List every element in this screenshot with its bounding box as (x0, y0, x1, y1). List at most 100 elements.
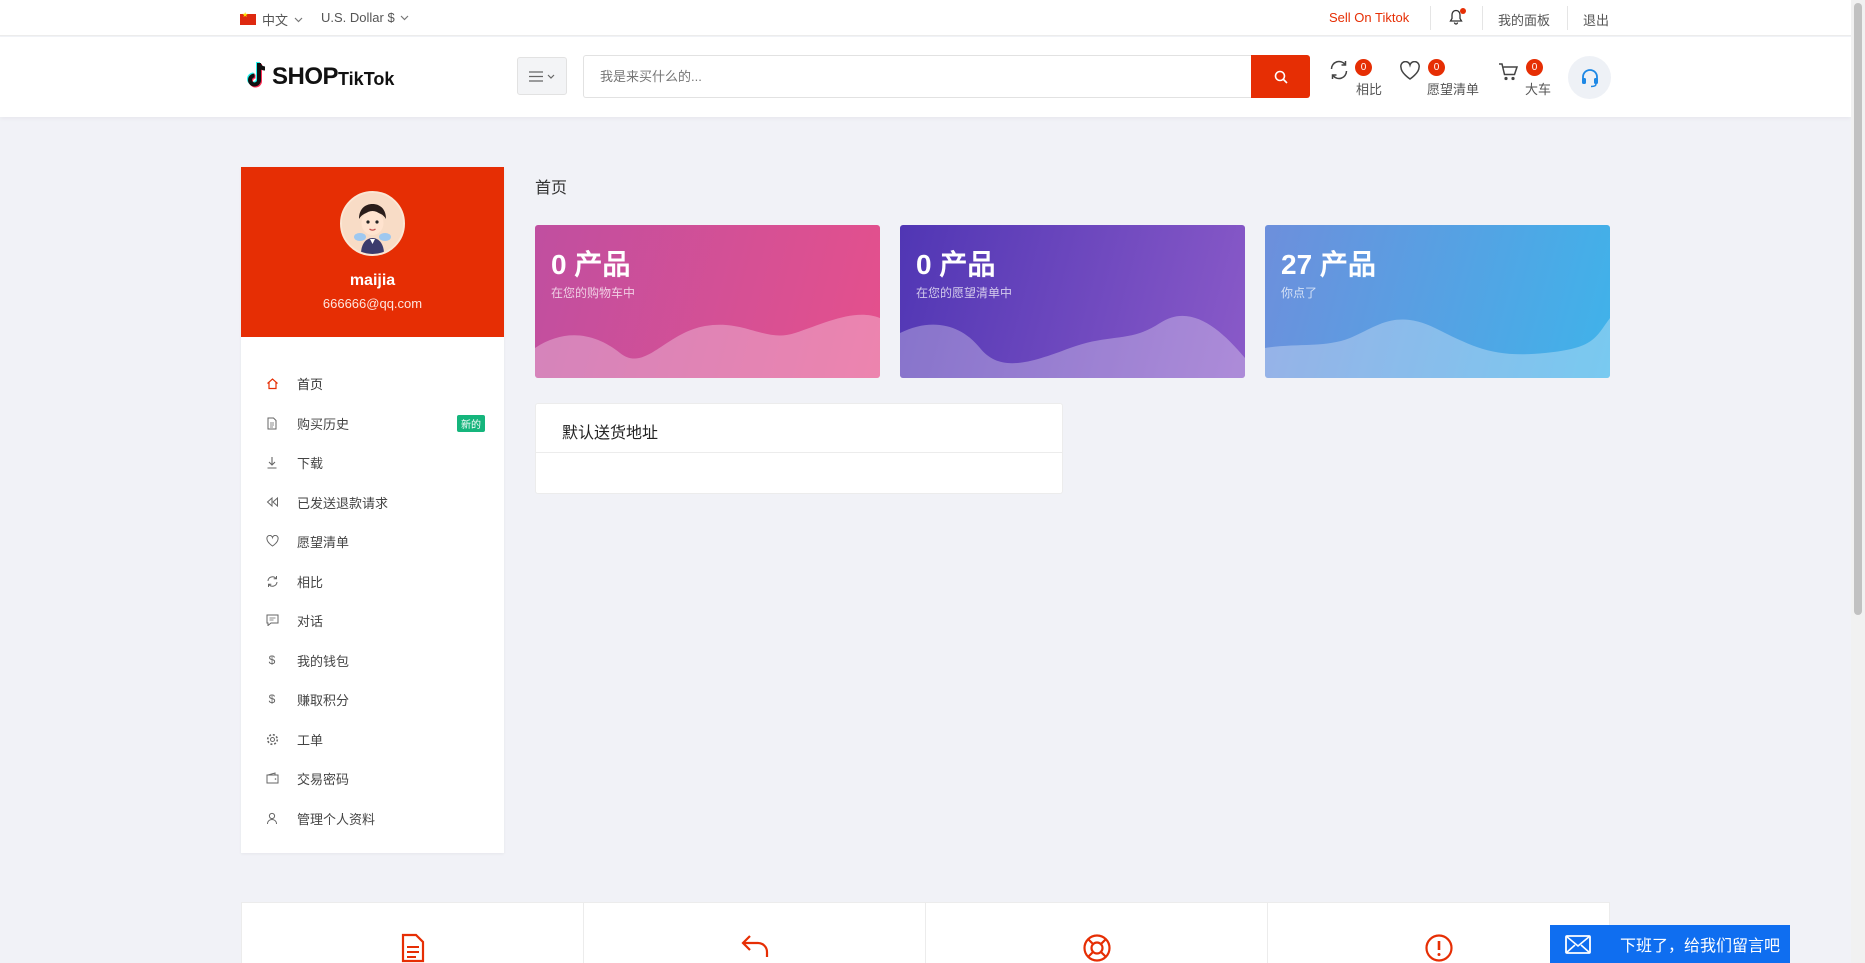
heart-icon[interactable] (1399, 61, 1421, 81)
heart-icon (265, 534, 279, 548)
rewind-icon (265, 495, 279, 509)
card-value: 0 产品 (551, 249, 631, 280)
nav-item-tickets[interactable]: 工单 (265, 728, 485, 750)
gear-icon (265, 732, 279, 746)
my-dashboard-link[interactable]: 我的面板 (1498, 10, 1550, 29)
logo[interactable]: SHOP TikTok (244, 61, 394, 91)
wishlist-label[interactable]: 愿望清单 (1427, 79, 1479, 98)
dollar-icon: $ (268, 692, 276, 706)
cart-summary-card: 0 产品 在您的购物车中 (535, 225, 880, 378)
logo-tiktok-text: TikTok (338, 69, 395, 89)
wave-decoration (900, 315, 1245, 378)
profile-email: 666666@qq.com (322, 296, 423, 311)
nav-item-downloads[interactable]: 下载 (265, 451, 485, 473)
nav-item-earn-points[interactable]: $ 赚取积分 (265, 688, 485, 710)
tiktok-logo-icon (247, 62, 266, 88)
nav-item-compare[interactable]: 相比 (265, 570, 485, 592)
nav-label: 我的钱包 (297, 653, 350, 669)
refresh-icon (265, 574, 279, 588)
compare-count-badge: 0 (1355, 59, 1372, 76)
wallet-icon (265, 771, 279, 785)
chat-label: 下班了，给我们留言吧 (1620, 938, 1781, 955)
footer-feature[interactable] (583, 903, 925, 963)
chevron-down-icon (294, 17, 303, 23)
divider (1482, 6, 1483, 30)
alert-icon (1424, 933, 1454, 963)
support-button[interactable] (1568, 56, 1611, 99)
nav-label: 对话 (297, 613, 324, 629)
search-input[interactable] (583, 55, 1252, 98)
orders-summary-card: 27 产品 你点了 (1265, 225, 1610, 378)
chevron-down-icon (400, 15, 409, 21)
nav-label: 购买历史 (297, 416, 350, 432)
nav-label: 工单 (297, 732, 324, 748)
default-address-panel: 默认送货地址 (535, 403, 1063, 494)
china-flag-icon (240, 11, 256, 25)
footer-features (241, 902, 1610, 963)
home-icon (265, 376, 279, 390)
category-menu-button[interactable] (517, 57, 567, 95)
logo-shop-text: SHOP (272, 63, 339, 90)
currency-selector[interactable]: U.S. Dollar $ (321, 10, 409, 25)
nav-label: 下载 (297, 455, 324, 471)
card-caption: 你点了 (1281, 286, 1318, 300)
user-icon (265, 811, 279, 825)
profile-card: maijia 666666@qq.com (241, 167, 504, 337)
wave-decoration (1265, 318, 1610, 378)
nav-item-wishlist[interactable]: 愿望清单 (265, 530, 485, 552)
compare-label[interactable]: 相比 (1356, 79, 1382, 98)
mail-icon (1565, 934, 1595, 954)
nav-item-manage-profile[interactable]: 管理个人资料 (265, 807, 485, 829)
search-button[interactable] (1251, 55, 1310, 98)
top-bar: 中文 U.S. Dollar $ Sell On Tiktok 我的面板 退出 (0, 0, 1851, 36)
chat-widget-button[interactable]: 下班了，给我们留言吧 (1550, 925, 1790, 963)
new-badge: 新的 (457, 415, 485, 432)
header: SHOP TikTok 0 相比 0 愿望清单 0 大车 (0, 37, 1851, 117)
nav-item-home[interactable]: 首页 (265, 372, 485, 394)
nav-label: 相比 (297, 574, 324, 590)
nav-label: 愿望清单 (297, 534, 350, 550)
sidebar: maijia 666666@qq.com 首页 购买历史 新的 下载 已发送退款… (241, 167, 504, 853)
dollar-icon: $ (268, 653, 276, 667)
currency-label: U.S. Dollar $ (321, 10, 395, 25)
nav-label: 首页 (297, 376, 324, 392)
wishlist-count-badge: 0 (1428, 59, 1445, 76)
nav-label: 交易密码 (297, 771, 350, 787)
nav-item-wallet[interactable]: $ 我的钱包 (265, 649, 485, 671)
page-title: 首页 (535, 180, 568, 197)
card-value: 27 产品 (1281, 249, 1376, 280)
nav-item-conversations[interactable]: 对话 (265, 609, 485, 631)
profile-name: maijia (349, 272, 396, 289)
cart-icon[interactable] (1498, 62, 1520, 82)
footer-feature[interactable] (241, 903, 583, 963)
wave-decoration (535, 314, 880, 378)
divider (1567, 6, 1568, 30)
sell-on-tiktok-link[interactable]: Sell On Tiktok (1329, 10, 1409, 25)
divider (1430, 6, 1431, 30)
language-selector[interactable]: 中文 (240, 10, 303, 29)
document-icon (401, 933, 425, 963)
return-icon (740, 933, 770, 959)
file-icon (265, 416, 279, 430)
nav-item-transaction-password[interactable]: 交易密码 (265, 767, 485, 789)
notification-dot (1460, 8, 1466, 14)
card-caption: 在您的愿望清单中 (916, 286, 1013, 300)
nav-label: 管理个人资料 (297, 811, 376, 827)
logout-link[interactable]: 退出 (1583, 10, 1609, 29)
scrollbar-thumb[interactable] (1854, 3, 1862, 615)
hamburger-icon (529, 70, 543, 82)
card-value: 0 产品 (916, 249, 996, 280)
card-caption: 在您的购物车中 (551, 286, 636, 300)
nav-item-refund-requests[interactable]: 已发送退款请求 (265, 491, 485, 513)
search-icon (1274, 70, 1288, 84)
wishlist-summary-card: 0 产品 在您的愿望清单中 (900, 225, 1245, 378)
lifebuoy-icon (1082, 933, 1112, 963)
compare-icon[interactable] (1328, 59, 1350, 81)
nav-label: 已发送退款请求 (297, 495, 389, 511)
avatar[interactable] (340, 191, 405, 256)
language-label: 中文 (262, 13, 289, 28)
cart-label[interactable]: 大车 (1525, 79, 1551, 98)
address-panel-title: 默认送货地址 (536, 404, 1062, 453)
nav-item-purchase-history[interactable]: 购买历史 新的 (265, 412, 485, 434)
footer-feature[interactable] (925, 903, 1267, 963)
